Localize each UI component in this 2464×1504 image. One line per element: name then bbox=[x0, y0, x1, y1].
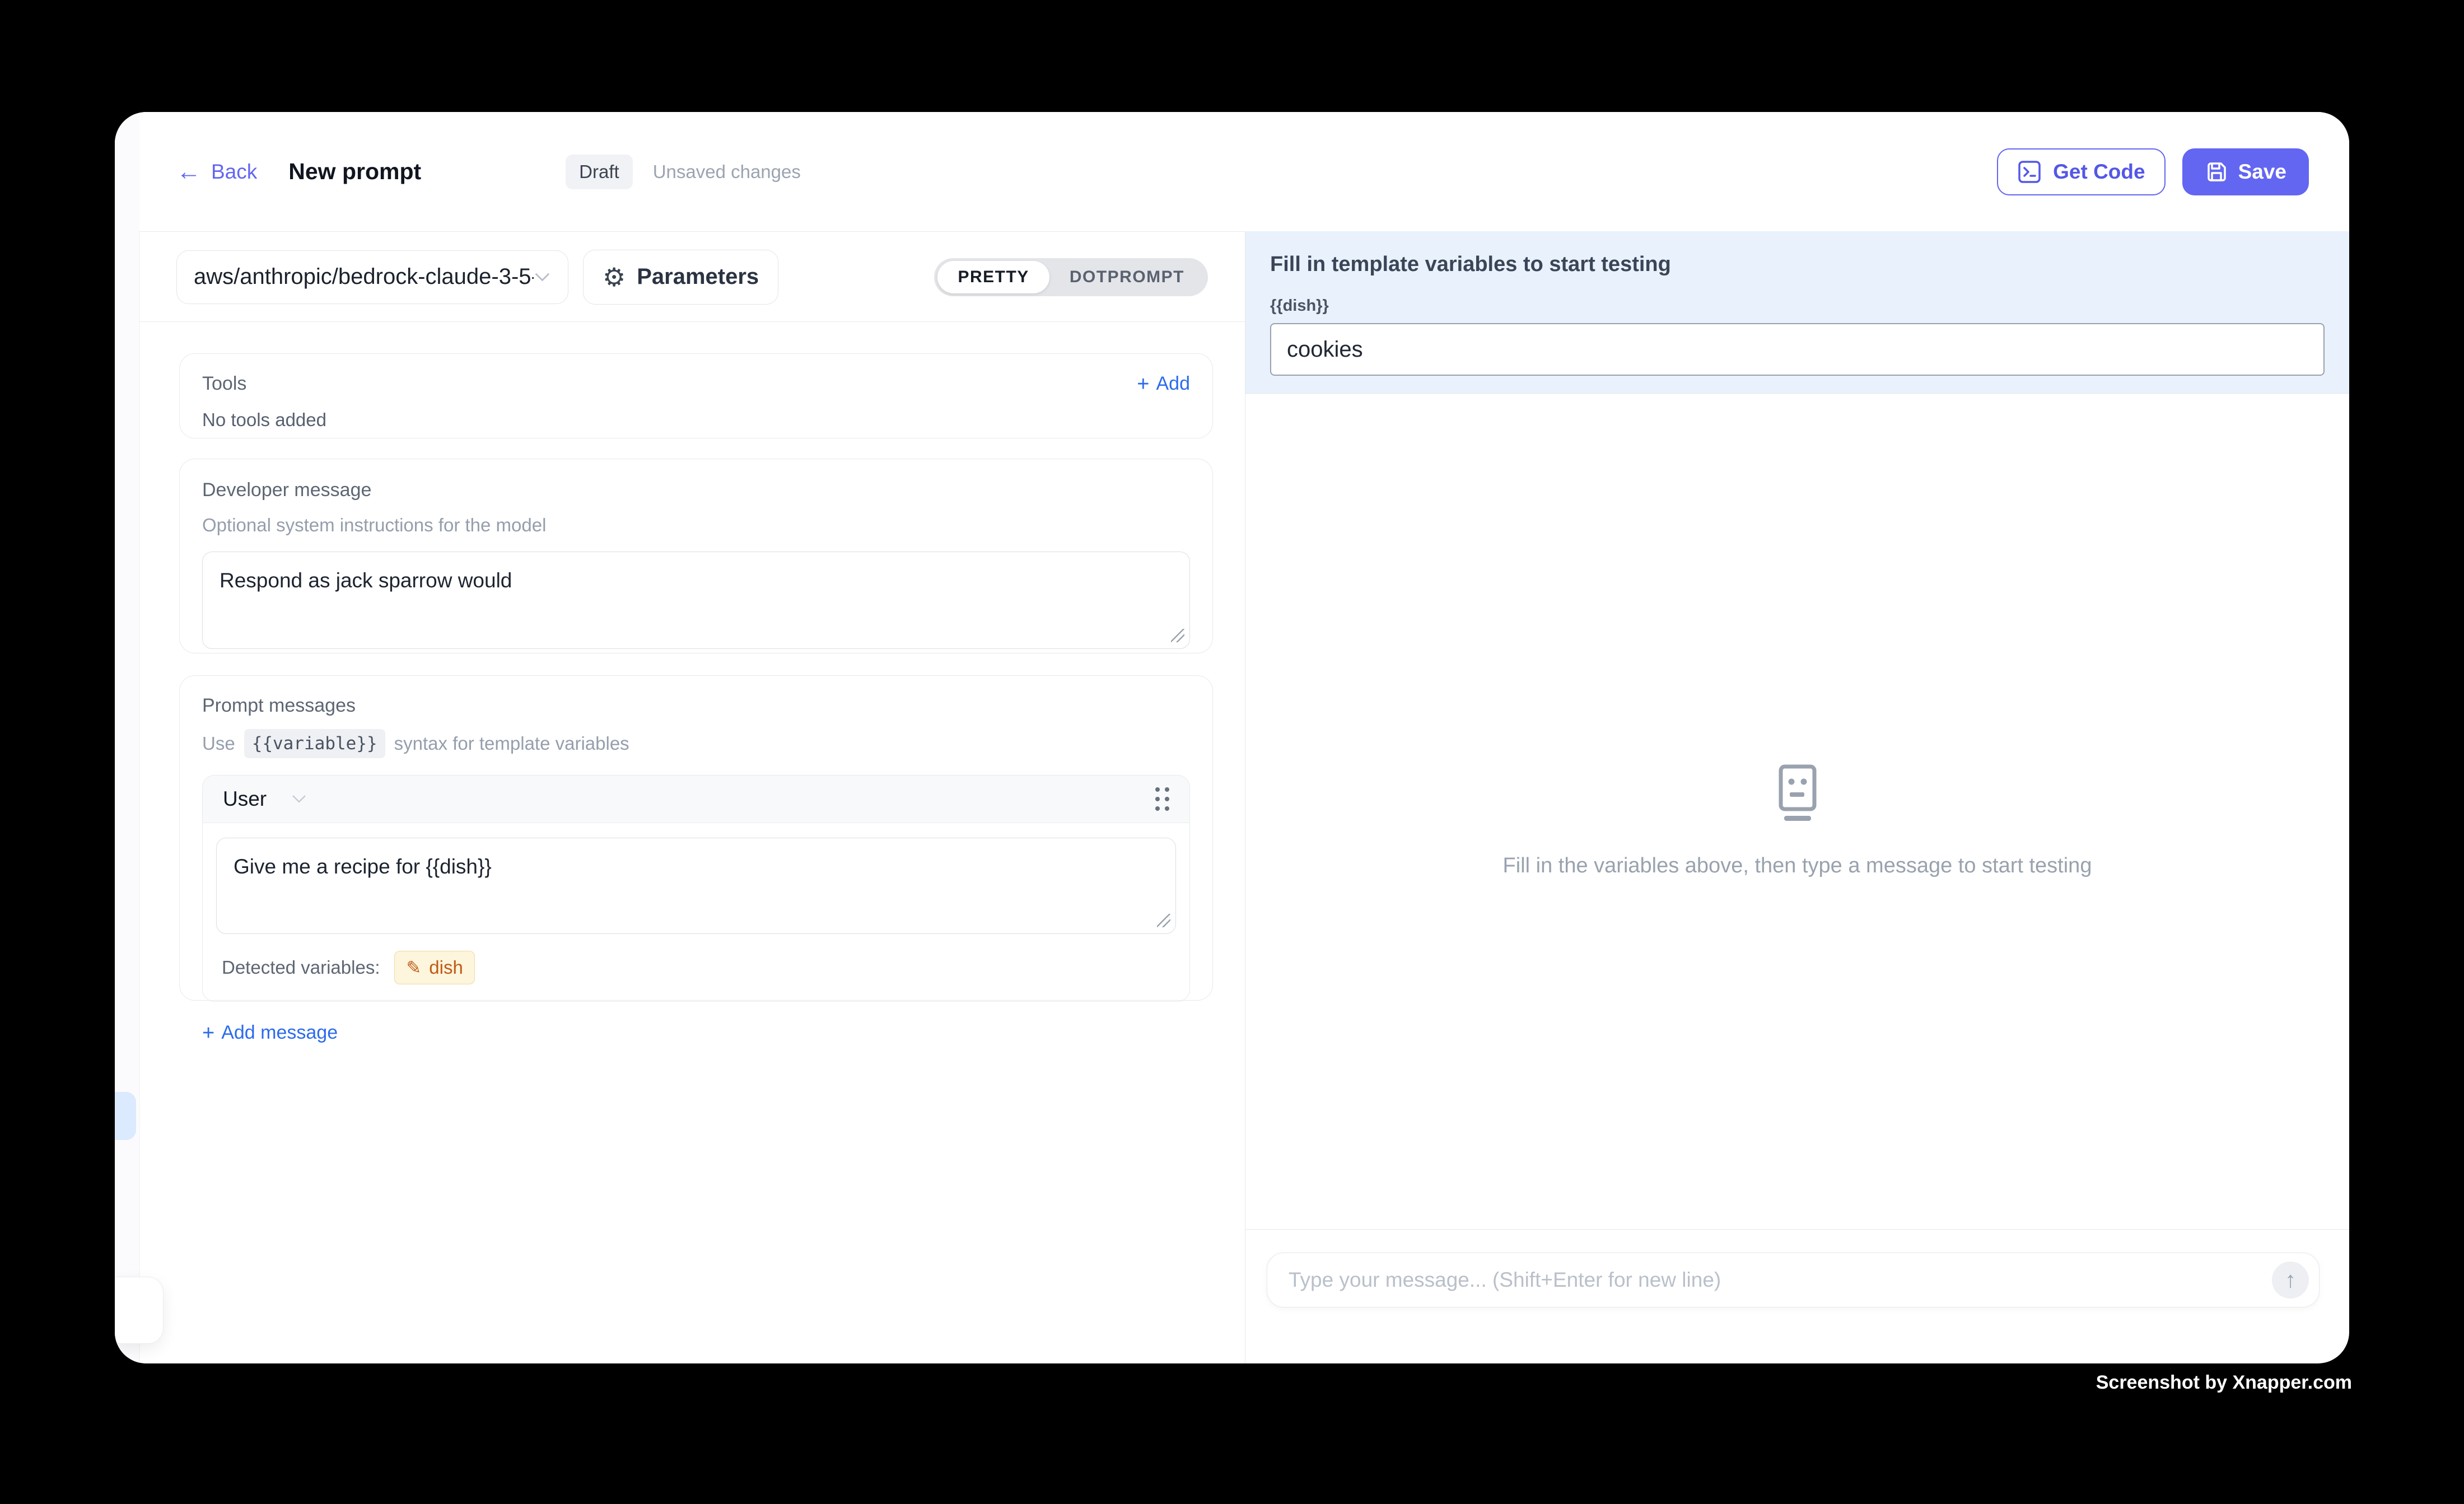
view-mode-toggle: PRETTY DOTPROMPT bbox=[934, 258, 1208, 296]
message-block: User Give me a recipe for {{dish}} bbox=[202, 775, 1190, 1002]
sidebar-active-item[interactable] bbox=[115, 1092, 136, 1140]
developer-message-card: Developer message Optional system instru… bbox=[179, 459, 1213, 653]
variables-panel-heading: Fill in template variables to start test… bbox=[1270, 253, 2325, 277]
add-message-button[interactable]: + Add message bbox=[202, 1022, 1190, 1044]
model-selector[interactable]: aws/anthropic/bedrock-claude-3-5-s... bbox=[176, 250, 568, 304]
role-selector[interactable]: User bbox=[223, 787, 307, 811]
role-selector-value: User bbox=[223, 787, 267, 811]
variable-name: dish bbox=[429, 957, 463, 978]
add-message-label: Add message bbox=[221, 1022, 338, 1044]
prompt-messages-title: Prompt messages bbox=[202, 695, 1190, 717]
chat-message-input[interactable] bbox=[1287, 1268, 2272, 1292]
template-variables-panel: Fill in template variables to start test… bbox=[1245, 231, 2349, 394]
drag-handle-icon[interactable] bbox=[1155, 787, 1169, 811]
pencil-icon: ✎ bbox=[406, 959, 421, 977]
dish-variable-input[interactable] bbox=[1270, 323, 2325, 376]
add-tool-button[interactable]: + Add bbox=[1137, 373, 1190, 395]
chevron-down-icon bbox=[291, 794, 307, 804]
developer-message-input[interactable]: Respond as jack sparrow would bbox=[202, 552, 1190, 649]
gear-icon: ⚙ bbox=[603, 264, 626, 290]
variable-chip-dish[interactable]: ✎ dish bbox=[394, 951, 474, 984]
app-window: ← Back New prompt Draft Unsaved changes … bbox=[115, 112, 2349, 1363]
developer-message-title: Developer message bbox=[202, 479, 1190, 501]
prompt-subtitle-suffix: syntax for template variables bbox=[394, 733, 629, 754]
get-code-button[interactable]: Get Code bbox=[1997, 148, 2165, 195]
add-tool-label: Add bbox=[1156, 373, 1191, 395]
variable-syntax-chip: {{variable}} bbox=[244, 729, 385, 758]
model-selector-value: aws/anthropic/bedrock-claude-3-5-s... bbox=[194, 264, 534, 289]
tools-empty-text: No tools added bbox=[202, 409, 1190, 431]
detected-variables-label: Detected variables: bbox=[222, 957, 380, 978]
save-floppy-icon bbox=[2205, 160, 2228, 184]
robot-face-icon bbox=[1770, 763, 1826, 821]
prompt-subtitle-prefix: Use bbox=[202, 733, 235, 754]
unsaved-changes-text: Unsaved changes bbox=[653, 161, 801, 183]
chat-input-bar: ↑ bbox=[1267, 1253, 2320, 1307]
parameters-button[interactable]: ⚙ Parameters bbox=[583, 250, 778, 305]
send-button[interactable]: ↑ bbox=[2272, 1262, 2309, 1299]
chat-divider bbox=[1245, 1229, 2349, 1230]
save-button[interactable]: Save bbox=[2182, 148, 2309, 195]
watermark-text: Screenshot by Xnapper.com bbox=[2096, 1372, 2352, 1394]
toggle-pretty[interactable]: PRETTY bbox=[937, 261, 1049, 293]
plus-icon: + bbox=[1137, 373, 1149, 395]
back-button[interactable]: ← Back bbox=[176, 160, 257, 184]
collapsed-sidebar bbox=[115, 112, 140, 1363]
empty-state-text: Fill in the variables above, then type a… bbox=[1245, 854, 2349, 878]
model-bar: aws/anthropic/bedrock-claude-3-5-s... ⚙ … bbox=[139, 232, 1245, 322]
send-arrow-icon: ↑ bbox=[2285, 1268, 2296, 1293]
developer-message-subtitle: Optional system instructions for the mod… bbox=[202, 515, 1190, 536]
back-arrow-icon: ← bbox=[176, 160, 201, 184]
status-badge: Draft bbox=[566, 155, 633, 189]
code-terminal-icon bbox=[2017, 160, 2042, 184]
message-body: Give me a recipe for {{dish}} Detected v… bbox=[203, 823, 1189, 1001]
message-header: User bbox=[203, 776, 1189, 823]
prompt-messages-card: Prompt messages Use {{variable}} syntax … bbox=[179, 675, 1213, 1001]
save-label: Save bbox=[2238, 160, 2286, 184]
toggle-dotprompt[interactable]: DOTPROMPT bbox=[1049, 261, 1205, 293]
back-label: Back bbox=[211, 160, 257, 184]
screenshot-canvas: ← Back New prompt Draft Unsaved changes … bbox=[0, 0, 2464, 1504]
get-code-label: Get Code bbox=[2053, 160, 2145, 184]
tools-title: Tools bbox=[202, 373, 246, 395]
tools-card: Tools + Add No tools added bbox=[179, 353, 1213, 438]
header: ← Back New prompt Draft Unsaved changes … bbox=[139, 112, 2349, 232]
parameters-label: Parameters bbox=[637, 264, 759, 289]
chat-empty-state: Fill in the variables above, then type a… bbox=[1245, 763, 2349, 878]
dish-variable-label: {{dish}} bbox=[1270, 297, 2325, 315]
user-message-input[interactable]: Give me a recipe for {{dish}} bbox=[216, 838, 1176, 934]
plus-icon: + bbox=[202, 1022, 214, 1044]
page-title: New prompt bbox=[288, 158, 421, 185]
chevron-down-icon bbox=[534, 271, 551, 283]
sidebar-popover bbox=[115, 1277, 164, 1344]
